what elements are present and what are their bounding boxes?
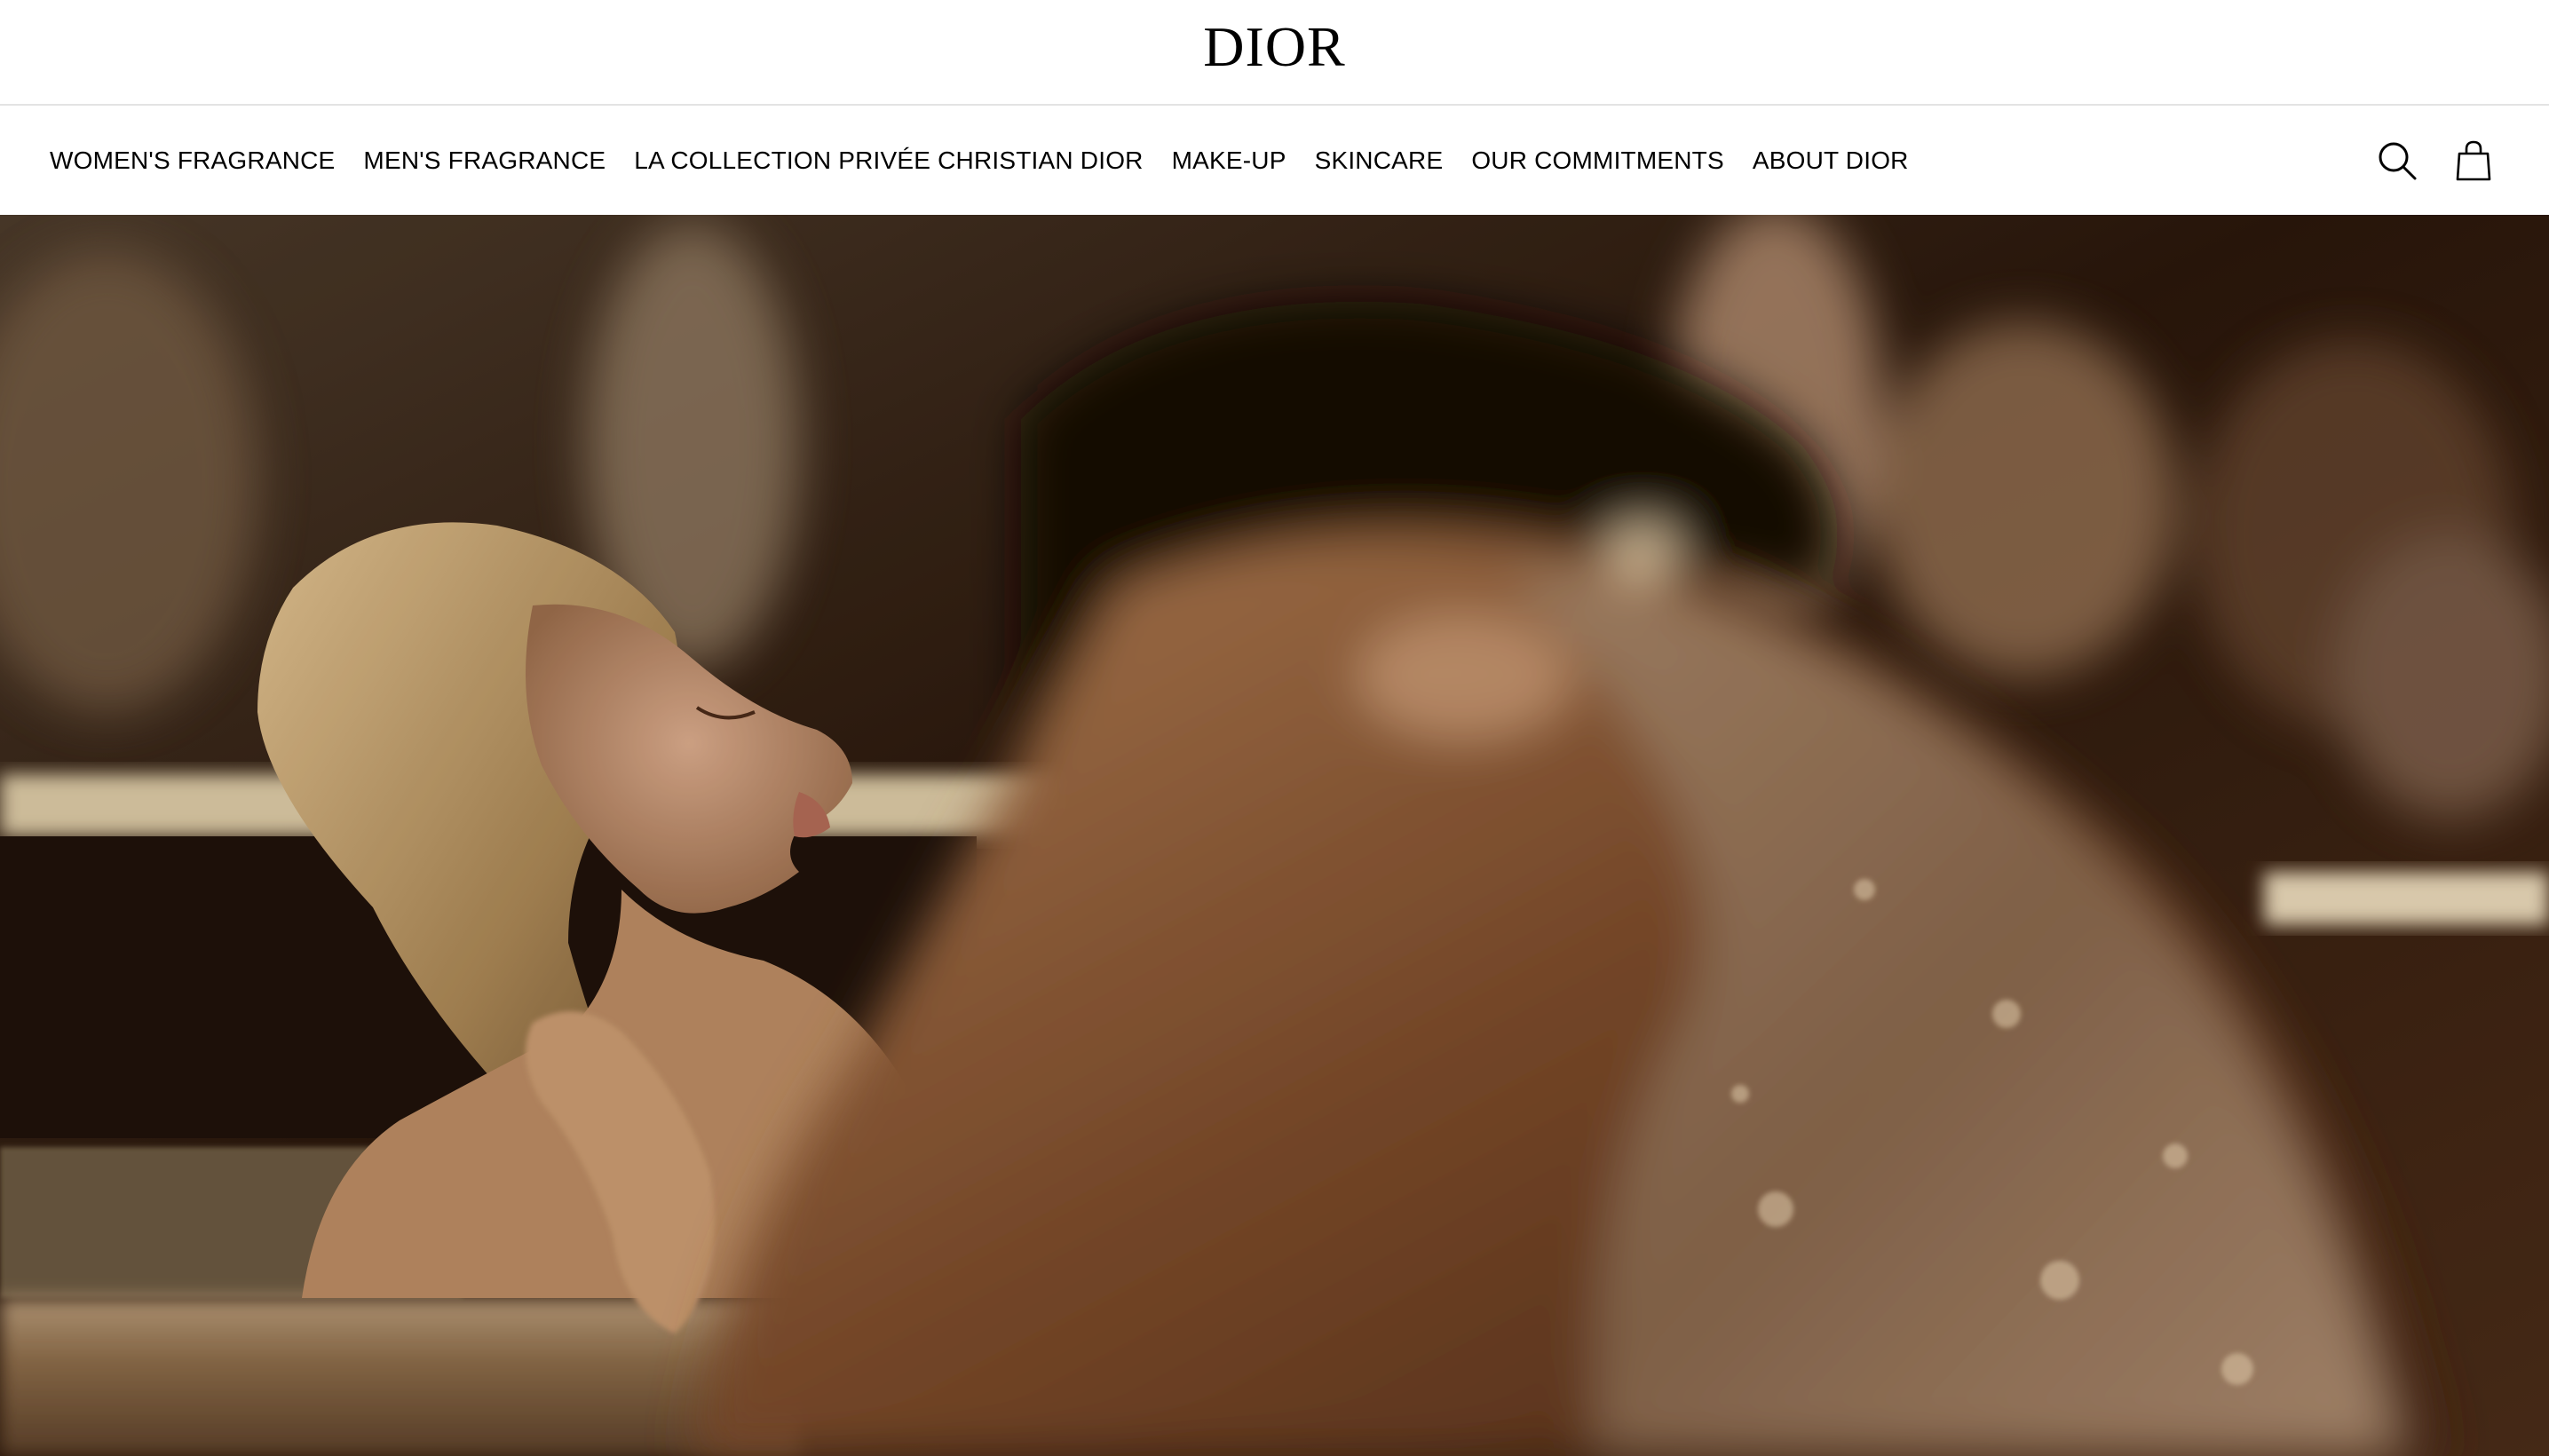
hero-campaign-image[interactable]	[0, 215, 2549, 1456]
search-button[interactable]	[2373, 137, 2421, 185]
shopping-bag-icon	[2456, 140, 2491, 180]
nav-menu: WOMEN'S FRAGRANCE MEN'S FRAGRANCE LA COL…	[50, 106, 1937, 215]
brand-logo[interactable]: DIOR	[0, 16, 2549, 78]
hero-artwork	[0, 215, 2549, 1456]
nav-item-la-collection-privee[interactable]: LA COLLECTION PRIVÉE CHRISTIAN DIOR	[634, 146, 1143, 175]
shopping-bag-button[interactable]	[2450, 137, 2498, 185]
nav-item-about-dior[interactable]: ABOUT DIOR	[1753, 146, 1909, 175]
page: DIOR WOMEN'S FRAGRANCE MEN'S FRAGRANCE L…	[0, 0, 2549, 1456]
search-icon	[2379, 142, 2417, 179]
nav-item-make-up[interactable]: MAKE-UP	[1172, 146, 1286, 175]
nav-item-our-commitments[interactable]: OUR COMMITMENTS	[1471, 146, 1724, 175]
logo-bar: DIOR	[0, 0, 2549, 106]
nav-actions	[2345, 106, 2498, 215]
nav-item-womens-fragrance[interactable]: WOMEN'S FRAGRANCE	[50, 146, 335, 175]
nav-item-skincare[interactable]: SKINCARE	[1315, 146, 1444, 175]
main-navigation: WOMEN'S FRAGRANCE MEN'S FRAGRANCE LA COL…	[0, 106, 2549, 215]
nav-item-mens-fragrance[interactable]: MEN'S FRAGRANCE	[363, 146, 606, 175]
